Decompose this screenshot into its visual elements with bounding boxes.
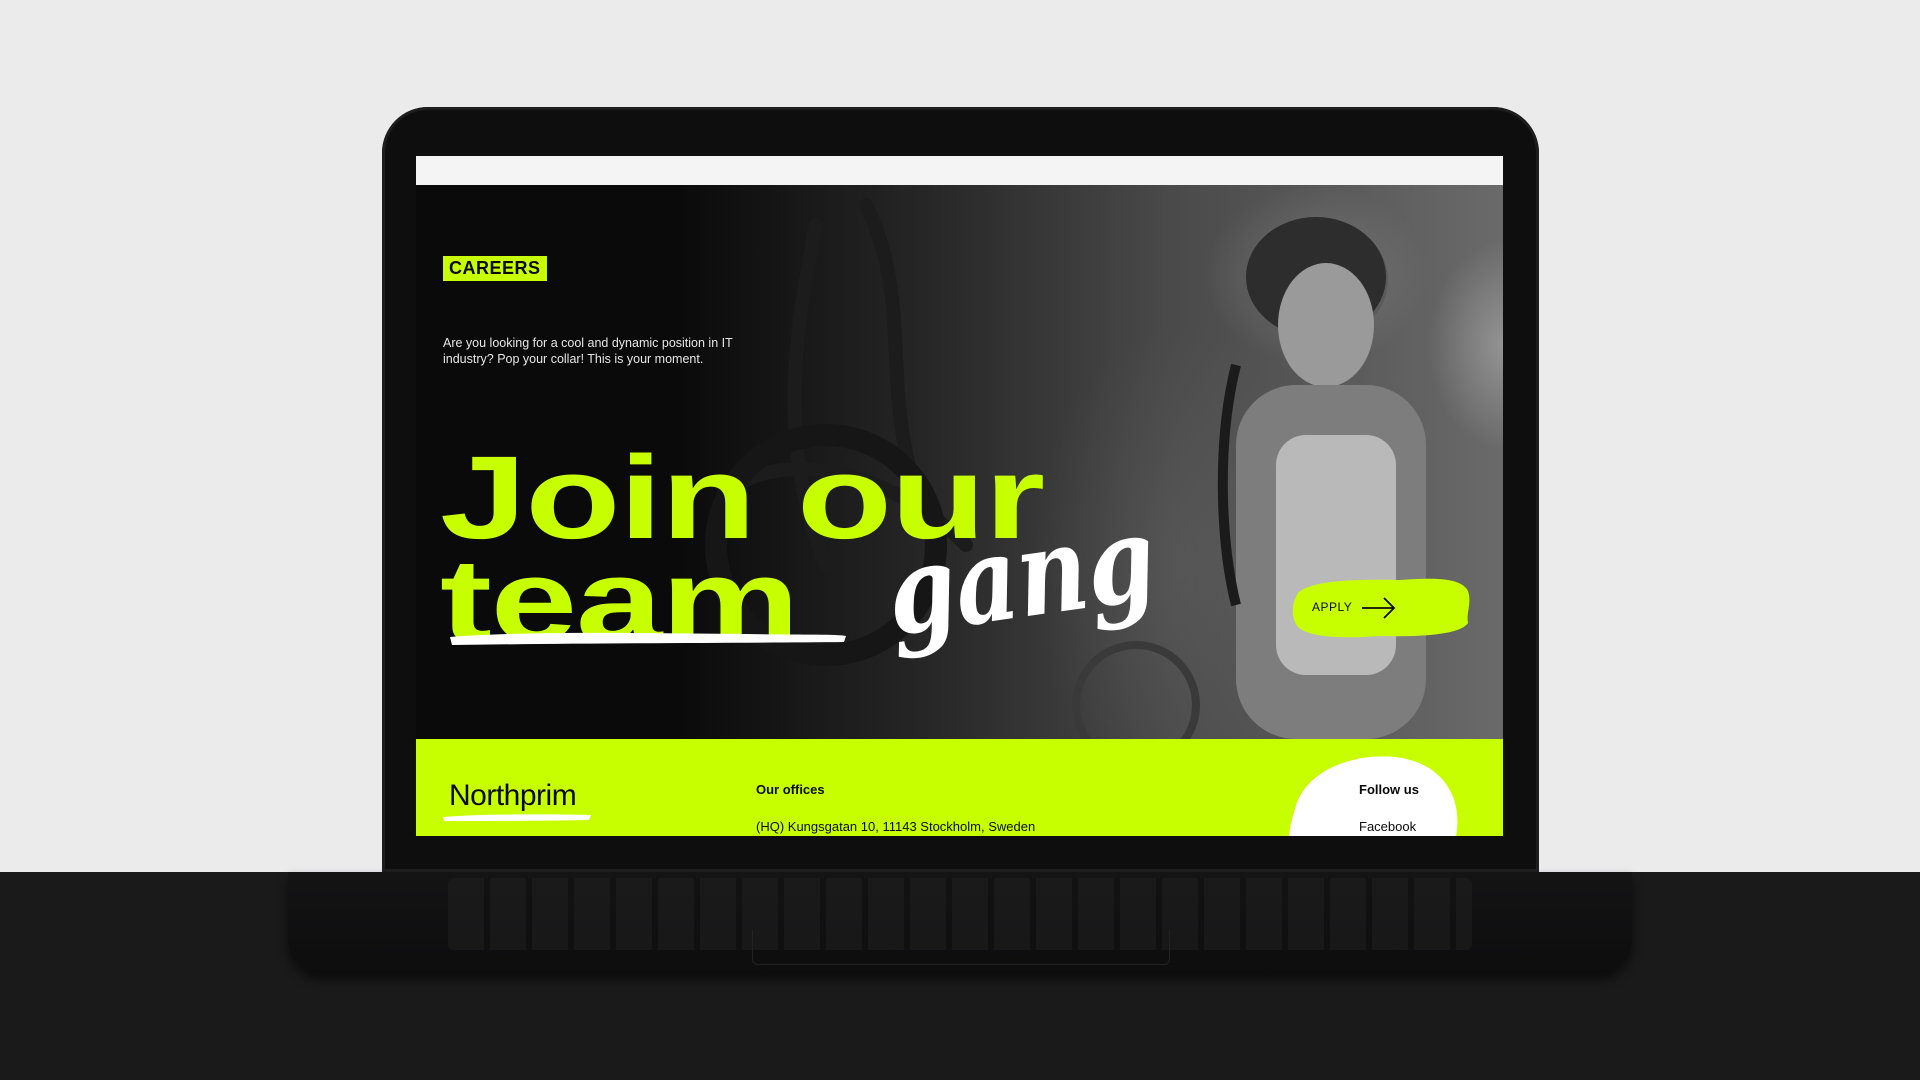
- strikethrough-brush-stroke: [450, 632, 846, 645]
- hero-section: CAREERS Are you looking for a cool and d…: [416, 185, 1503, 739]
- brand-logo[interactable]: Northprim: [449, 779, 577, 813]
- facebook-link[interactable]: Facebook: [1359, 819, 1416, 834]
- follow-heading: Follow us: [1359, 782, 1419, 797]
- logo-underline-stroke: [443, 814, 591, 821]
- careers-tag: CAREERS: [443, 256, 547, 281]
- laptop-screen: CAREERS Are you looking for a cool and d…: [416, 156, 1503, 836]
- arrow-right-icon: [1362, 597, 1396, 619]
- apply-button[interactable]: APPLY: [1290, 573, 1472, 643]
- footer: Northprim Our offices (HQ) Kungsgatan 10…: [416, 739, 1503, 836]
- offices-heading: Our offices: [756, 782, 825, 797]
- browser-bar: [416, 156, 1503, 185]
- laptop-trackpad: [752, 930, 1170, 965]
- laptop-base: [288, 872, 1632, 974]
- hero-intro-text: Are you looking for a cool and dynamic p…: [443, 336, 733, 366]
- offices-address: (HQ) Kungsgatan 10, 11143 Stockholm, Swe…: [756, 819, 1036, 834]
- apply-label: APPLY: [1312, 600, 1353, 614]
